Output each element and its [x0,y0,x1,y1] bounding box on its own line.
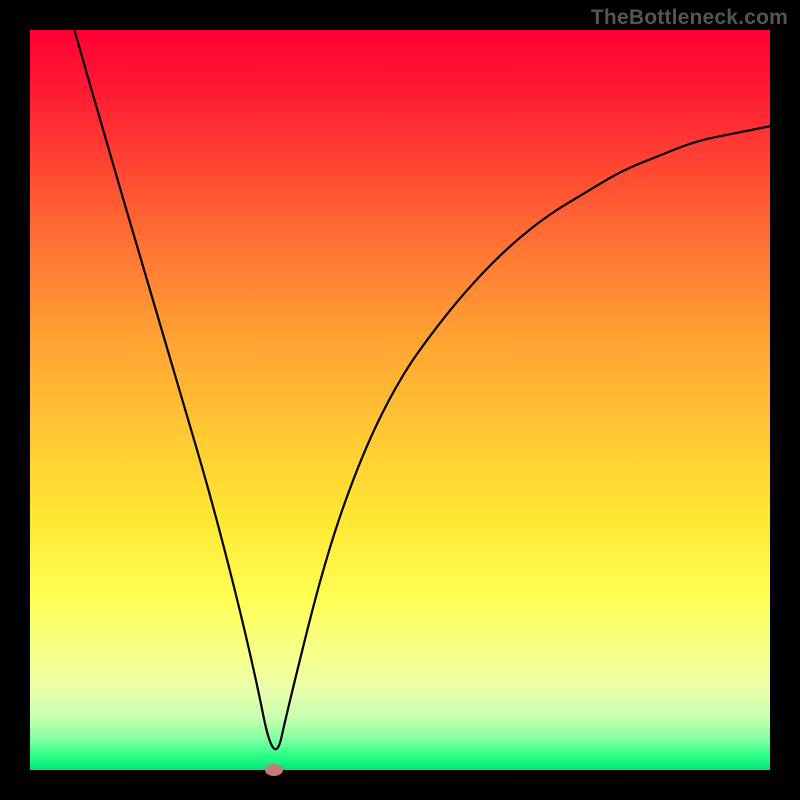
bottleneck-curve [30,30,770,770]
minimum-marker [265,764,283,776]
watermark-text: TheBottleneck.com [591,6,788,30]
plot-area [30,30,770,770]
chart-frame: TheBottleneck.com [0,0,800,800]
